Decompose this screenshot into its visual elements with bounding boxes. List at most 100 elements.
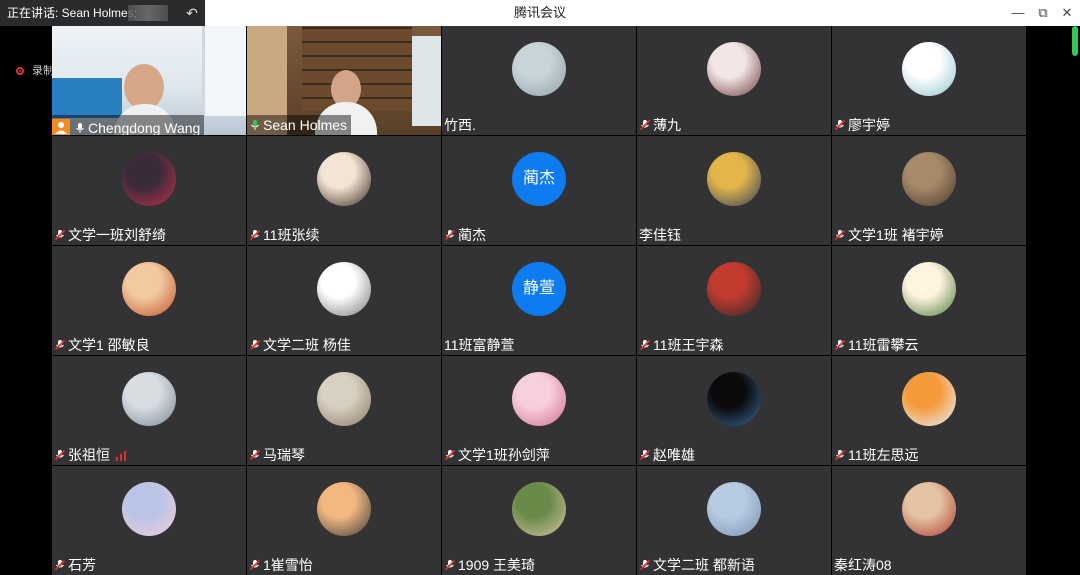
participant-name-label: Sean Holmes: [247, 115, 352, 135]
participant-tile[interactable]: 1崔雪怡: [247, 466, 441, 575]
minimize-button[interactable]: —: [1007, 0, 1029, 26]
participant-name-label: 文学二班 杨佳: [247, 335, 355, 355]
participant-name-label: 石芳: [52, 555, 100, 575]
participant-name: 11班王宇森: [653, 337, 724, 353]
participant-tile[interactable]: 张祖恒: [52, 356, 246, 465]
avatar: [707, 482, 761, 536]
mic-muted-icon: [639, 339, 651, 351]
participant-tile[interactable]: 11班左思远: [832, 356, 1026, 465]
avatar: [707, 262, 761, 316]
participant-tile[interactable]: 竹西.: [442, 26, 636, 135]
participant-name-label: 文学1 邵敏良: [52, 335, 154, 355]
participant-name: 文学一班刘舒绮: [68, 227, 166, 243]
participant-name: Chengdong Wang: [88, 120, 201, 135]
mic-muted-icon: [249, 229, 261, 241]
participant-name-label: 赵唯雄: [637, 445, 699, 465]
participant-tile[interactable]: 文学二班 杨佳: [247, 246, 441, 355]
participant-tile[interactable]: 廖宇婷: [832, 26, 1026, 135]
participant-name: 11班雷攀云: [848, 337, 919, 353]
participant-tile[interactable]: 薄九: [637, 26, 831, 135]
mic-muted-icon: [54, 559, 66, 571]
participant-name-label: 11班富静萱: [442, 335, 519, 355]
participant-name: 11班左思远: [848, 447, 919, 463]
participant-tile[interactable]: 蔺杰 蔺杰: [442, 136, 636, 245]
avatar: [902, 262, 956, 316]
mic-muted-icon: [54, 339, 66, 351]
participant-name: 廖宇婷: [848, 117, 890, 133]
participant-tile[interactable]: 1909 王美琦: [442, 466, 636, 575]
participant-tile[interactable]: 文学1班 褚宇婷: [832, 136, 1026, 245]
participant-name: 赵唯雄: [653, 447, 695, 463]
participant-tile[interactable]: 赵唯雄: [637, 356, 831, 465]
participant-tile[interactable]: 石芳: [52, 466, 246, 575]
participant-name-label: 薄九: [637, 115, 685, 135]
participant-name-label: 文学1班孙剑萍: [442, 445, 554, 465]
participant-name: 文学1班孙剑萍: [458, 447, 550, 463]
participant-name: 蔺杰: [458, 227, 486, 243]
mic-muted-icon: [54, 449, 66, 461]
host-icon: [52, 119, 70, 135]
participant-name: 文学1班 褚宇婷: [848, 227, 944, 243]
participant-name-label: 文学一班刘舒绮: [52, 225, 170, 245]
speaking-indicator: 正在讲话: Sean Holmes; ↶: [0, 0, 205, 26]
audio-level-bar: [1072, 26, 1078, 56]
mic-icon: [251, 120, 259, 130]
avatar: [317, 262, 371, 316]
mic-muted-icon: [249, 559, 261, 571]
participant-name: 竹西.: [444, 117, 476, 133]
participant-tile[interactable]: 文学一班刘舒绮: [52, 136, 246, 245]
participant-tile[interactable]: Chengdong Wang: [52, 26, 246, 135]
mic-muted-icon: [834, 449, 846, 461]
participant-tile[interactable]: 文学二班 都新语: [637, 466, 831, 575]
avatar: [317, 482, 371, 536]
participant-tile[interactable]: 静萱 11班富静萱: [442, 246, 636, 355]
avatar: [707, 152, 761, 206]
participant-name: 文学1 邵敏良: [68, 337, 150, 353]
participant-tile[interactable]: 11班张续: [247, 136, 441, 245]
avatar: 蔺杰: [512, 152, 566, 206]
title-bar: 腾讯会议 正在讲话: Sean Holmes; ↶ — ⧉ ✕: [0, 0, 1080, 26]
avatar: [902, 482, 956, 536]
mic-muted-icon: [444, 449, 456, 461]
participant-name: 马瑞琴: [263, 447, 305, 463]
mic-muted-icon: [639, 119, 651, 131]
participant-name: 11班张续: [263, 227, 320, 243]
undo-arrow-icon[interactable]: ↶: [183, 0, 201, 26]
participant-name-label: 11班雷攀云: [832, 335, 923, 355]
participant-name: 薄九: [653, 117, 681, 133]
mic-muted-icon: [834, 229, 846, 241]
participant-tile[interactable]: 文学1班孙剑萍: [442, 356, 636, 465]
participant-tile[interactable]: 11班雷攀云: [832, 246, 1026, 355]
participant-name: 文学二班 杨佳: [263, 337, 351, 353]
participant-name-label: 1崔雪怡: [247, 555, 317, 575]
participant-name-label: 竹西.: [442, 115, 480, 135]
participant-tile[interactable]: 李佳钰: [637, 136, 831, 245]
participant-name-label: 11班左思远: [832, 445, 923, 465]
avatar: [317, 152, 371, 206]
mic-muted-icon: [444, 559, 456, 571]
speaking-label: 正在讲话: Sean Holmes;: [7, 6, 138, 20]
avatar: [122, 262, 176, 316]
participant-name-label: 文学二班 都新语: [637, 555, 759, 575]
participant-tile[interactable]: 文学1 邵敏良: [52, 246, 246, 355]
avatar: [707, 372, 761, 426]
participant-name-label: 张祖恒: [52, 445, 132, 465]
participant-name: 1崔雪怡: [263, 557, 313, 573]
close-button[interactable]: ✕: [1056, 0, 1078, 26]
mic-icon: [76, 123, 84, 133]
participant-tile[interactable]: Sean Holmes: [247, 26, 441, 135]
participant-tile[interactable]: 11班王宇森: [637, 246, 831, 355]
restore-button[interactable]: ⧉: [1032, 0, 1054, 26]
speaker-avatars-blurred: [128, 5, 168, 21]
avatar: [122, 372, 176, 426]
mic-muted-icon: [639, 449, 651, 461]
mic-muted-icon: [639, 559, 651, 571]
mic-muted-icon: [249, 339, 261, 351]
participant-name-label: 秦红涛08: [832, 555, 896, 575]
participant-tile[interactable]: 马瑞琴: [247, 356, 441, 465]
participant-tile[interactable]: 秦红涛08: [832, 466, 1026, 575]
participant-name-label: 1909 王美琦: [442, 555, 539, 575]
participant-name-label: 11班张续: [247, 225, 324, 245]
avatar: [122, 482, 176, 536]
avatar: 静萱: [512, 262, 566, 316]
